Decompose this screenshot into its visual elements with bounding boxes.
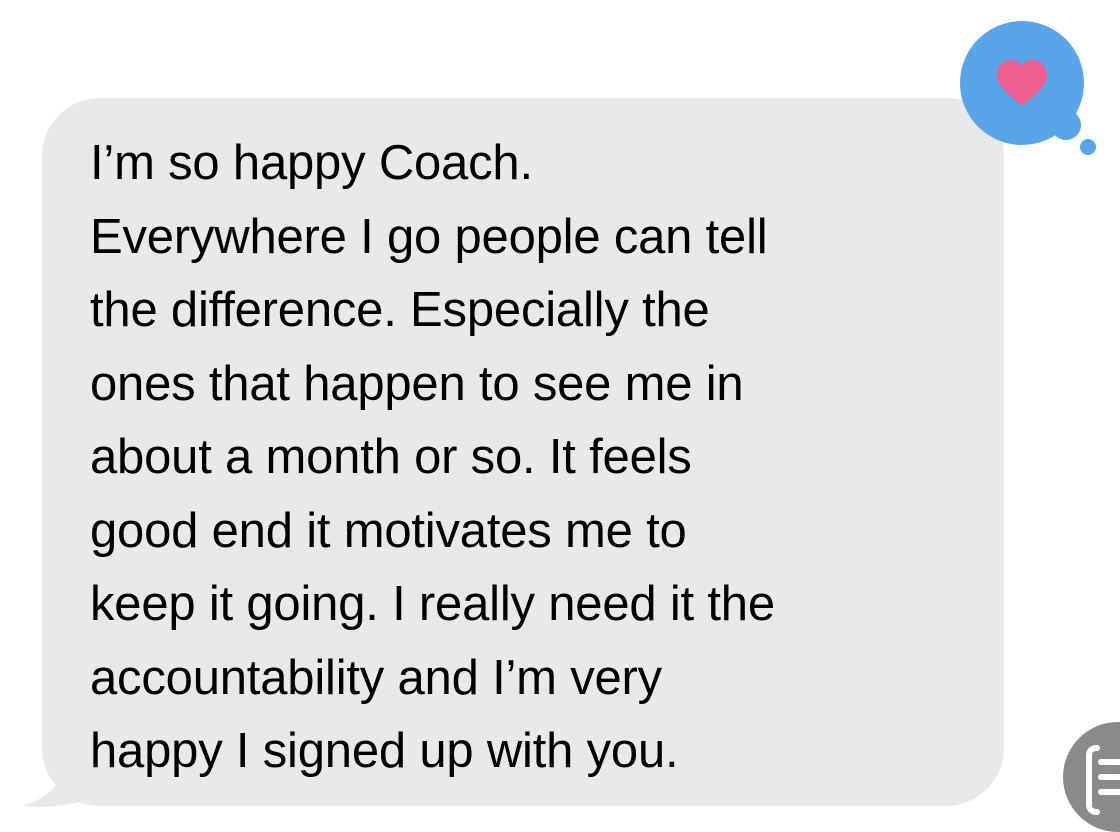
message-line: good end it motivates me to bbox=[90, 503, 687, 558]
message-line: the difference. Especially the bbox=[90, 283, 710, 337]
message-line: ones that happen to see me in bbox=[90, 356, 744, 411]
message-line: Everywhere I go people can tell bbox=[90, 209, 768, 264]
tapback-reaction[interactable] bbox=[955, 20, 1105, 160]
tapback-tail-small bbox=[1080, 139, 1096, 155]
tapback-tail-large bbox=[1051, 110, 1081, 140]
message-line: happy I signed up with you. bbox=[90, 724, 679, 778]
message-line: I’m so happy Coach. bbox=[90, 136, 533, 190]
message-text: I’m so happy Coach. Everywhere I go peop… bbox=[90, 127, 980, 789]
message-line: keep it going. I really need it the bbox=[90, 577, 775, 631]
scroll-handle[interactable] bbox=[1063, 722, 1120, 832]
message-line: accountability and I’m very bbox=[90, 650, 662, 705]
message-line: about a month or so. It feels bbox=[90, 430, 692, 484]
